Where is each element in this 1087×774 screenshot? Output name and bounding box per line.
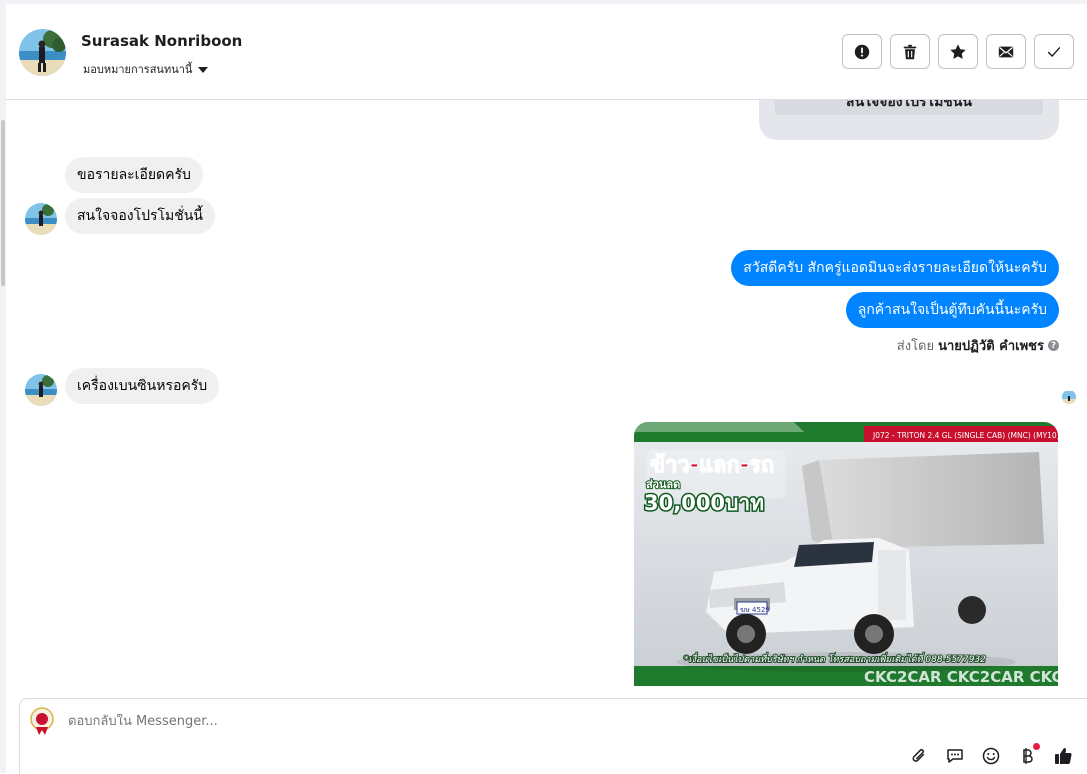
payment-button[interactable]: [1016, 743, 1040, 767]
page-avatar: [28, 707, 56, 735]
send-like-button[interactable]: [1052, 745, 1074, 767]
plate-number: ฆษ 4529: [740, 606, 770, 614]
mark-unread-button[interactable]: [986, 34, 1026, 69]
help-icon[interactable]: ?: [1048, 340, 1059, 351]
composer-toolbar: [908, 743, 1074, 767]
attach-file-button[interactable]: [908, 745, 930, 767]
outgoing-message: ลูกค้าสนใจเป็นตู้ทึบคันนี้นะครับ: [845, 292, 1059, 328]
assign-conversation-dropdown[interactable]: มอบหมายการสนทนานี้: [83, 60, 209, 78]
star-button[interactable]: [938, 34, 978, 69]
header-actions: [842, 34, 1074, 69]
incoming-message: สนใจจองโปรโมชั่นนี้: [65, 198, 215, 234]
sender-avatar[interactable]: [25, 203, 57, 235]
reply-composer: [19, 698, 1087, 774]
emoji-icon: [982, 747, 1000, 765]
trash-icon: [903, 44, 917, 59]
discount-amount: 30,000บาท: [644, 491, 764, 515]
assign-label: มอบหมายการสนทนานี้: [83, 63, 193, 76]
contact-avatar[interactable]: [19, 29, 66, 76]
delete-button[interactable]: [890, 34, 930, 69]
caret-down-icon: [198, 66, 209, 73]
promo-title: ข้าว-แลก-รถ: [650, 453, 774, 478]
incoming-message: ขอรายละเอียดครับ: [65, 157, 203, 193]
model-caption: J072 - TRITON 2.4 GL (SINGLE CAB) (MNC) …: [872, 431, 1058, 440]
scrollbar-thumb[interactable]: [1, 120, 5, 286]
saved-replies-button[interactable]: [944, 745, 966, 767]
template-card-button[interactable]: สนใจจองโปรโมชั่นนี้: [775, 100, 1043, 115]
banner-text: CKC2CAR CKC2CAR CKC2: [864, 668, 1058, 686]
sent-by-label: ส่งโดย นายปฏิวัติ คำเพชร ?: [897, 335, 1059, 356]
message-thread[interactable]: สนใจจองโปรโมชั่นนี้ ขอรายละเอียดครับ สนใ…: [6, 100, 1087, 698]
outgoing-message: สวัสดีครับ สักครู่แอดมินจะส่งรายละเอียดใ…: [731, 250, 1059, 286]
exclamation-icon: [854, 44, 870, 59]
sent-by-name: นายปฏิวัติ คำเพชร: [938, 339, 1044, 354]
discount-label: ส่วนลด: [646, 478, 680, 491]
emoji-button[interactable]: [980, 745, 1002, 767]
sent-by-prefix: ส่งโดย: [896, 339, 935, 354]
check-icon: [1047, 46, 1061, 57]
star-icon: [950, 43, 966, 59]
report-spam-button[interactable]: [842, 34, 882, 69]
paperclip-icon: [912, 749, 925, 762]
envelope-icon: [998, 46, 1014, 57]
seen-receipt-avatar: [1062, 390, 1076, 404]
template-card: สนใจจองโปรโมชั่นนี้: [759, 100, 1059, 140]
saved-replies-icon: [947, 749, 963, 763]
mark-done-button[interactable]: [1034, 34, 1074, 69]
sender-avatar[interactable]: [25, 374, 57, 406]
incoming-message: เครื่องเบนซินหรอครับ: [65, 368, 220, 404]
thumbs-up-icon: [1055, 748, 1072, 765]
reply-input[interactable]: [68, 714, 668, 729]
conversation-header: Surasak Nonriboon มอบหมายการสนทนานี้: [6, 4, 1087, 100]
image-attachment[interactable]: ข้าว-แลก-รถ ส่วนลด 30,000บาท J072 - TRIT…: [634, 422, 1058, 686]
contact-name[interactable]: Surasak Nonriboon: [81, 32, 242, 50]
notification-dot: [1033, 743, 1040, 750]
